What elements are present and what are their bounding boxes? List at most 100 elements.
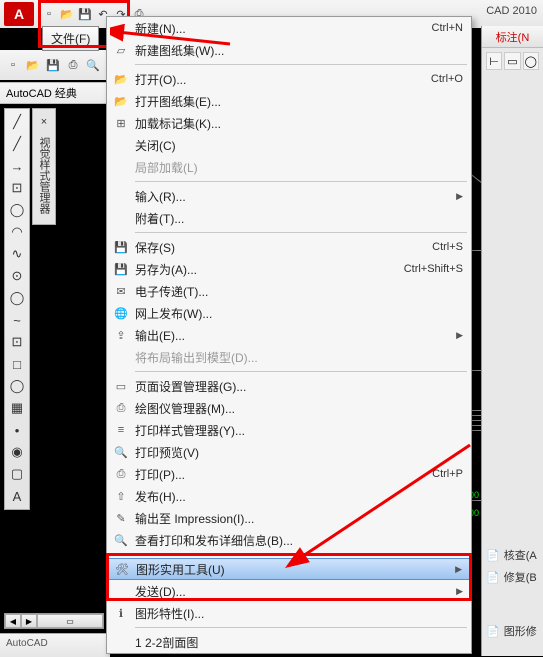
submenu-arrow-icon: ▶ [453,191,463,202]
print-icon[interactable]: ⎙ [64,56,82,74]
draw-tool-4[interactable]: ◯ [6,199,28,221]
preview-icon: 🔍 [111,443,131,461]
menu-item-7: 局部加载(L) [107,156,471,178]
menu-item-9[interactable]: 输入(R)...▶ [107,185,471,207]
menu-item-32[interactable]: 1 2-2剖面图 [107,631,471,653]
modify-item[interactable]: 📄图形修 [482,620,543,642]
menu-label: 打印样式管理器(Y)... [131,422,463,439]
draw-tool-1[interactable]: ╱ [6,133,28,155]
menu-label: 局部加载(L) [131,159,463,176]
draw-tool-16[interactable]: ▢ [6,463,28,485]
menu-item-23[interactable]: ⎙打印(P)...Ctrl+P [107,463,471,485]
draw-tool-9[interactable]: ~ [6,309,28,331]
draw-tool-13[interactable]: ▦ [6,397,28,419]
scroll-right-icon[interactable]: ▶ [21,614,37,628]
tab-icon[interactable]: ▭ [37,614,103,628]
blank-icon [111,582,131,600]
menu-item-13[interactable]: 💾另存为(A)...Ctrl+Shift+S [107,258,471,280]
draw-tool-0[interactable]: ╱ [6,111,28,133]
draw-tool-3[interactable]: ⊡ [6,177,28,199]
blank-icon [111,633,131,651]
dim-icon[interactable]: ▭ [504,52,520,70]
menu-item-17: 将布局输出到模型(D)... [107,346,471,368]
draw-tool-7[interactable]: ⊙ [6,265,28,287]
print-icon: ⎙ [111,465,131,483]
menu-item-25[interactable]: ✎输出至 Impression(I)... [107,507,471,529]
menu-label: 图形实用工具(U) [132,561,452,578]
menu-item-12[interactable]: 💾保存(S)Ctrl+S [107,236,471,258]
menu-item-15[interactable]: 🌐网上发布(W)... [107,302,471,324]
doc-icon: 📄 [486,549,500,562]
menu-item-28[interactable]: 🛠图形实用工具(U)▶ [107,558,471,580]
draw-tool-5[interactable]: ◠ [6,221,28,243]
save-icon[interactable]: 💾 [76,5,94,23]
menu-item-29[interactable]: 发送(D)...▶ [107,580,471,602]
close-icon[interactable]: × [35,113,53,131]
file-menu-button[interactable]: 文件(F) [42,26,99,51]
menu-item-1[interactable]: ▱新建图纸集(W)... [107,39,471,61]
menu-item-6[interactable]: 关闭(C) [107,134,471,156]
menu-shortcut: Ctrl+N [424,22,463,34]
menu-item-0[interactable]: ▫新建(N)...Ctrl+N [107,17,471,39]
new-icon: ▫ [111,19,131,37]
draw-tool-8[interactable]: ◯ [6,287,28,309]
menu-shortcut: Ctrl+O [423,73,463,85]
menu-item-30[interactable]: ℹ图形特性(I)... [107,602,471,624]
draw-tool-17[interactable]: A [6,485,28,507]
menu-label: 另存为(A)... [131,261,396,278]
style-icon: ≡ [111,421,131,439]
open-icon[interactable]: 📂 [24,56,42,74]
standard-toolbar: ▫ 📂 💾 ⎙ 🔍 [0,50,110,80]
menu-separator [135,64,467,65]
menu-item-20[interactable]: ⎙绘图仪管理器(M)... [107,397,471,419]
dimension-tab[interactable]: 标注(N [482,26,543,48]
draw-tool-12[interactable]: ◯ [6,375,28,397]
draw-tool-14[interactable]: • [6,419,28,441]
menu-label: 页面设置管理器(G)... [131,378,463,395]
menu-item-26[interactable]: 🔍查看打印和发布详细信息(B)... [107,529,471,551]
dim-icon[interactable]: ◯ [523,52,539,70]
blank-icon [111,136,131,154]
workspace-selector[interactable]: AutoCAD 经典 [0,82,110,104]
status-bar: AutoCAD [0,633,110,657]
menu-item-21[interactable]: ≡打印样式管理器(Y)... [107,419,471,441]
repair-item[interactable]: 📄修复(B [482,566,543,588]
props-icon: ℹ [111,604,131,622]
menu-item-10[interactable]: 附着(T)... [107,207,471,229]
workspace-label: AutoCAD 经典 [6,85,77,101]
menu-item-14[interactable]: ✉电子传递(T)... [107,280,471,302]
menu-label: 新建(N)... [131,20,424,37]
preview-icon[interactable]: 🔍 [84,56,102,74]
draw-tool-15[interactable]: ◉ [6,441,28,463]
menu-item-16[interactable]: ⇪输出(E)...▶ [107,324,471,346]
audit-item[interactable]: 📄核查(A [482,544,543,566]
open-icon: 📂 [111,70,131,88]
draw-tool-2[interactable]: → [6,155,28,177]
draw-tool-6[interactable]: ∿ [6,243,28,265]
plotter-icon: ⎙ [111,399,131,417]
new-icon[interactable]: ▫ [4,56,22,74]
app-menu-button[interactable]: A [4,2,34,26]
draw-tool-11[interactable]: □ [6,353,28,375]
menu-label: 输出至 Impression(I)... [131,510,463,527]
menu-item-19[interactable]: ▭页面设置管理器(G)... [107,375,471,397]
menu-separator [135,232,467,233]
menu-separator [135,554,467,555]
menu-item-3[interactable]: 📂打开(O)...Ctrl+O [107,68,471,90]
menu-item-22[interactable]: 🔍打印预览(V) [107,441,471,463]
save-icon[interactable]: 💾 [44,56,62,74]
doc-icon: 📄 [486,625,500,638]
page-icon: ▭ [111,377,131,395]
scroll-left-icon[interactable]: ◀ [5,614,21,628]
menu-shortcut: Ctrl+P [424,468,463,480]
menu-label: 将布局输出到模型(D)... [131,349,463,366]
menu-item-5[interactable]: ⊞加载标记集(K)... [107,112,471,134]
draw-tool-10[interactable]: ⊡ [6,331,28,353]
dim-icon[interactable]: ⊢ [486,52,502,70]
horizontal-scrollbar[interactable]: ◀ ▶ ▭ [4,613,104,629]
new-icon[interactable]: ▫ [40,5,58,23]
open-icon[interactable]: 📂 [58,5,76,23]
menu-item-4[interactable]: 📂打开图纸集(E)... [107,90,471,112]
menu-item-24[interactable]: ⇧发布(H)... [107,485,471,507]
menu-label: 查看打印和发布详细信息(B)... [131,532,463,549]
